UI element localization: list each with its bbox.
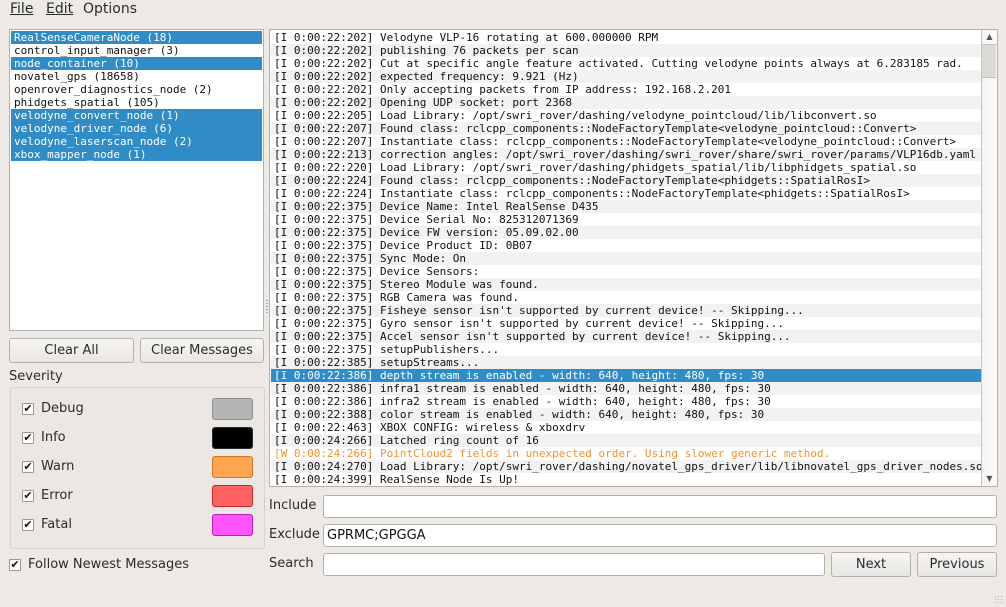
log-line[interactable]: [I 0:00:22:375] setupPublishers... xyxy=(271,343,981,356)
follow-newest-check[interactable]: ✔ xyxy=(9,559,21,571)
log-line[interactable]: [I 0:00:22:385] setupStreams... xyxy=(271,356,981,369)
menu-options-label: Options xyxy=(83,1,138,17)
previous-button[interactable]: Previous xyxy=(917,552,997,577)
log-line[interactable]: [I 0:00:24:399] RealSense Node Is Up! xyxy=(271,473,981,486)
severity-title: Severity xyxy=(9,369,63,384)
node-list-item[interactable]: novatel_gps (18658) xyxy=(11,70,262,83)
severity-checkbox-warn[interactable]: ✔ xyxy=(22,461,34,473)
log-line[interactable]: [I 0:00:22:375] Device Product ID: 0B07 xyxy=(271,239,981,252)
node-list-item[interactable]: velodyne_laserscan_node (2) xyxy=(11,135,262,148)
clear-messages-button[interactable]: Clear Messages xyxy=(140,338,264,363)
menu-file-label: File xyxy=(10,1,34,17)
severity-row-debug: ✔ Debug xyxy=(22,398,254,420)
menu-file[interactable]: File xyxy=(10,1,33,17)
log-line[interactable]: [I 0:00:22:224] Instantiate class: rclcp… xyxy=(271,187,981,200)
node-list-item[interactable]: node_container (10) xyxy=(11,57,262,70)
node-list-item[interactable]: velodyne_driver_node (6) xyxy=(11,122,262,135)
log-line[interactable]: [I 0:00:22:202] expected frequency: 9.92… xyxy=(271,70,981,83)
scroll-up-arrow-icon[interactable]: ▲ xyxy=(982,30,997,45)
log-line[interactable]: [I 0:00:22:202] Only accepting packets f… xyxy=(271,83,981,96)
log-line[interactable]: [W 0:00:24:266] PointCloud2 fields in un… xyxy=(271,447,981,460)
log-line[interactable]: [I 0:00:22:213] correction angles: /opt/… xyxy=(271,148,981,161)
log-line[interactable]: [I 0:00:22:386] infra2 stream is enabled… xyxy=(271,395,981,408)
log-line[interactable]: [I 0:00:22:375] Device Sensors: xyxy=(271,265,981,278)
severity-row-warn: ✔ Warn xyxy=(22,456,254,478)
node-list-item[interactable]: openrover_diagnostics_node (2) xyxy=(11,83,262,96)
severity-checkbox-error[interactable]: ✔ xyxy=(22,490,34,502)
menu-options[interactable]: Options xyxy=(83,1,137,17)
log-line[interactable]: [I 0:00:22:202] Cut at specific angle fe… xyxy=(271,57,981,70)
severity-label: Fatal xyxy=(41,517,72,532)
log-line[interactable]: [I 0:00:22:220] Load Library: /opt/swri_… xyxy=(271,161,981,174)
exclude-label: Exclude xyxy=(269,527,320,542)
severity-checkbox-info[interactable]: ✔ xyxy=(22,432,34,444)
log-line[interactable]: [I 0:00:22:375] Fisheye sensor isn't sup… xyxy=(271,304,981,317)
log-lines: [I 0:00:22:202] Velodyne VLP-16 rotating… xyxy=(271,31,981,486)
severity-row-info: ✔ Info xyxy=(22,427,254,449)
log-line[interactable]: [I 0:00:22:375] Sync Mode: On xyxy=(271,252,981,265)
severity-row-fatal: ✔ Fatal xyxy=(22,514,254,536)
menu-edit-label: Edit xyxy=(46,1,74,17)
severity-checkbox-debug[interactable]: ✔ xyxy=(22,403,34,415)
exclude-input[interactable] xyxy=(323,524,997,547)
log-line[interactable]: [I 0:00:22:205] Load Library: /opt/swri_… xyxy=(271,109,981,122)
next-button[interactable]: Next xyxy=(831,552,911,577)
scroll-down-arrow-icon[interactable]: ▼ xyxy=(982,472,997,486)
severity-checkbox-fatal[interactable]: ✔ xyxy=(22,519,34,531)
node-list-item[interactable]: RealSenseCameraNode (18) xyxy=(11,31,262,44)
splitter-handle[interactable] xyxy=(266,300,268,314)
severity-label: Debug xyxy=(41,401,84,416)
log-line[interactable]: [I 0:00:22:207] Instantiate class: rclcp… xyxy=(271,135,981,148)
log-line[interactable]: [I 0:00:22:202] Opening UDP socket: port… xyxy=(271,96,981,109)
follow-newest-label: Follow Newest Messages xyxy=(28,557,190,572)
log-line[interactable]: [I 0:00:22:375] Device Serial No: 825312… xyxy=(271,213,981,226)
log-line[interactable]: [I 0:00:22:207] Found class: rclcpp_comp… xyxy=(271,122,981,135)
log-scrollbar[interactable]: ▲ ▼ xyxy=(981,30,997,486)
log-line[interactable]: [I 0:00:22:375] RGB Camera was found. xyxy=(271,291,981,304)
log-view[interactable]: [I 0:00:22:202] Velodyne VLP-16 rotating… xyxy=(269,29,998,487)
log-line[interactable]: [I 0:00:22:202] Velodyne VLP-16 rotating… xyxy=(271,31,981,44)
log-line[interactable]: [I 0:00:22:386] infra1 stream is enabled… xyxy=(271,382,981,395)
severity-row-error: ✔ Error xyxy=(22,485,254,507)
include-input[interactable] xyxy=(323,495,997,518)
clear-all-button[interactable]: Clear All xyxy=(9,338,134,363)
log-line[interactable]: [I 0:00:22:375] Device FW version: 05.09… xyxy=(271,226,981,239)
menu-bar: File Edit Options xyxy=(0,0,1006,20)
log-line[interactable]: [I 0:00:22:463] XBOX CONFIG: wireless & … xyxy=(271,421,981,434)
node-list-item[interactable]: velodyne_convert_node (1) xyxy=(11,109,262,122)
severity-color-button[interactable] xyxy=(212,456,253,478)
resize-grip-icon[interactable] xyxy=(994,595,1004,605)
node-list[interactable]: RealSenseCameraNode (18) control_input_ma… xyxy=(9,29,264,331)
severity-group: ✔ Debug ✔ Info ✔ Warn ✔ Error ✔ Fatal xyxy=(10,387,265,549)
node-list-item[interactable]: control_input_manager (3) xyxy=(11,44,262,57)
severity-label: Info xyxy=(41,430,66,445)
severity-label: Warn xyxy=(41,459,75,474)
menu-edit[interactable]: Edit xyxy=(46,1,73,17)
log-line[interactable]: [I 0:00:22:386] depth stream is enabled … xyxy=(271,369,981,382)
log-line[interactable]: [I 0:00:22:375] Accel sensor isn't suppo… xyxy=(271,330,981,343)
scroll-thumb[interactable] xyxy=(982,45,996,78)
include-label: Include xyxy=(269,498,317,513)
log-line[interactable]: [I 0:00:22:375] Device Name: Intel RealS… xyxy=(271,200,981,213)
log-line[interactable]: [I 0:00:22:224] Found class: rclcpp_comp… xyxy=(271,174,981,187)
severity-color-button[interactable] xyxy=(212,514,253,536)
search-input[interactable] xyxy=(323,553,825,576)
log-line[interactable]: [I 0:00:24:270] Load Library: /opt/swri_… xyxy=(271,460,981,473)
severity-label: Error xyxy=(41,488,73,503)
log-line[interactable]: [I 0:00:22:375] Stereo Module was found. xyxy=(271,278,981,291)
severity-color-button[interactable] xyxy=(212,427,253,449)
search-label: Search xyxy=(269,556,314,571)
log-line[interactable]: [I 0:00:24:266] Latched ring count of 16 xyxy=(271,434,981,447)
severity-color-button[interactable] xyxy=(212,485,253,507)
log-line[interactable]: [I 0:00:22:375] Gyro sensor isn't suppor… xyxy=(271,317,981,330)
severity-color-button[interactable] xyxy=(212,398,253,420)
node-list-item[interactable]: xbox_mapper_node (1) xyxy=(11,148,262,161)
log-line[interactable]: [I 0:00:22:388] color stream is enabled … xyxy=(271,408,981,421)
log-line[interactable]: [I 0:00:22:202] publishing 76 packets pe… xyxy=(271,44,981,57)
node-list-item[interactable]: phidgets_spatial (105) xyxy=(11,96,262,109)
